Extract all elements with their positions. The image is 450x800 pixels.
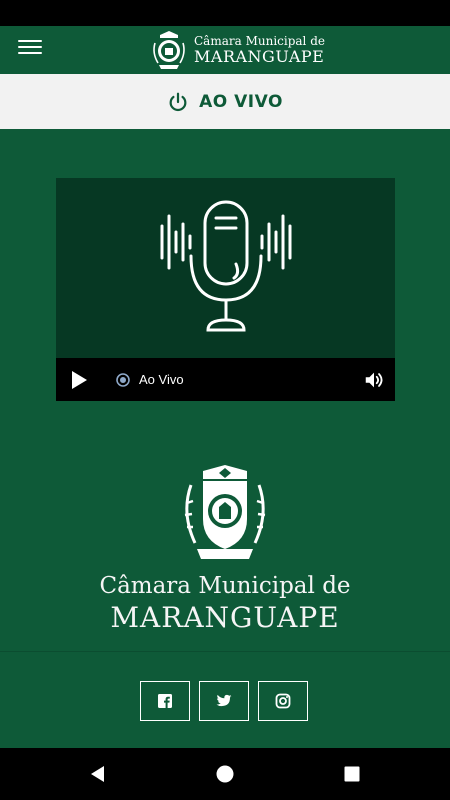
brand-logo: Câmara Municipal de MARANGUAPE	[0, 463, 450, 634]
twitter-icon	[216, 694, 232, 707]
home-icon[interactable]	[215, 764, 235, 784]
facebook-button[interactable]	[140, 681, 190, 721]
brand-line2: MARANGUAPE	[110, 601, 340, 634]
microphone-icon	[160, 200, 292, 332]
app-header: Câmara Municipal de MARANGUAPE	[0, 26, 450, 74]
live-bar[interactable]: AO VIVO	[0, 74, 450, 129]
header-title-line1: Câmara Municipal de	[194, 34, 325, 48]
recents-icon[interactable]	[342, 764, 362, 784]
hamburger-line	[18, 46, 42, 48]
crest-icon	[184, 465, 266, 559]
player-status: Ao Vivo	[139, 372, 184, 387]
hamburger-line	[18, 40, 42, 42]
play-icon[interactable]	[68, 369, 90, 391]
volume-icon[interactable]	[363, 369, 385, 391]
header-title-line2: MARANGUAPE	[194, 47, 325, 66]
status-bar	[0, 0, 450, 26]
instagram-icon	[275, 693, 291, 709]
audio-player: Ao Vivo	[56, 178, 395, 401]
facebook-icon	[158, 694, 172, 708]
player-controls: Ao Vivo	[56, 358, 395, 401]
live-indicator-icon	[116, 372, 130, 387]
hamburger-line	[18, 52, 42, 54]
instagram-button[interactable]	[258, 681, 308, 721]
live-title: AO VIVO	[199, 91, 283, 112]
social-links	[140, 681, 317, 721]
system-nav-bar	[0, 748, 450, 800]
menu-button[interactable]	[18, 40, 42, 60]
brand-line1: Câmara Municipal de	[99, 573, 351, 599]
twitter-button[interactable]	[199, 681, 249, 721]
crest-icon	[153, 31, 185, 69]
header-logo[interactable]: Câmara Municipal de MARANGUAPE	[150, 29, 325, 71]
divider	[0, 651, 450, 652]
power-icon	[169, 92, 187, 111]
back-icon[interactable]	[88, 764, 108, 784]
